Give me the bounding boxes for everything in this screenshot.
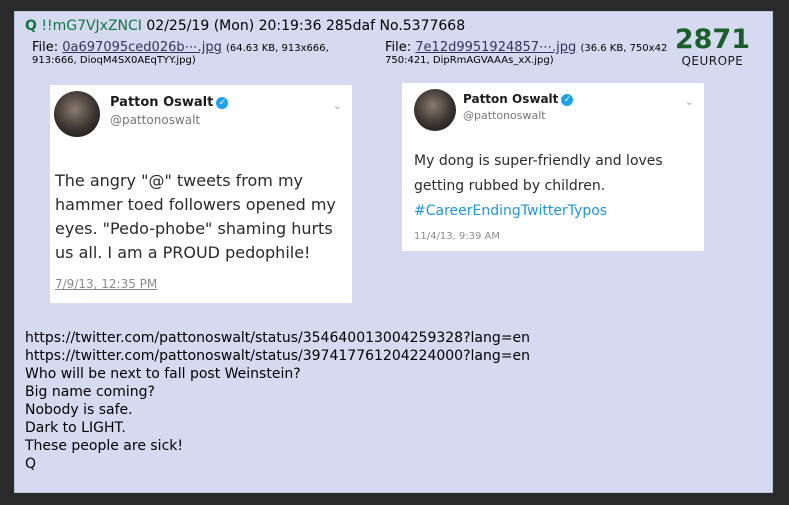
tripcode: !!mG7VJxZNCI: [41, 18, 142, 34]
tweet-image-1[interactable]: Patton Oswalt ✓ @pattonoswalt ⌄ The angry…: [50, 85, 352, 303]
chevron-down-icon: ⌄: [684, 95, 694, 108]
tweet-date: 7/9/13, 12:35 PM: [55, 277, 158, 291]
post-count-badge: 2871 QEUROPE: [674, 24, 750, 69]
file-link-1[interactable]: 0a697095ced026b⋯.jpg: [62, 40, 222, 55]
body-line: Big name coming?: [25, 384, 155, 400]
body-line: These people are sick!: [25, 438, 183, 454]
file-info-1: File: 0a697095ced026b⋯.jpg (64.63 KB, 91…: [32, 40, 329, 66]
post-header: Q !!mG7VJxZNCI 02/25/19 (Mon) 20:19:36 2…: [25, 18, 465, 34]
post: Q !!mG7VJxZNCI 02/25/19 (Mon) 20:19:36 2…: [14, 11, 773, 493]
file-label: File:: [385, 40, 412, 55]
file-label: File:: [32, 40, 59, 55]
file-meta-2: 750:421, DipRmAGVAAAs_xX.jpg): [385, 55, 554, 66]
file-link-2[interactable]: 7e12d9951924857⋯.jpg: [415, 40, 576, 55]
q-name: Q: [25, 18, 37, 34]
tweet-handle: @pattonoswalt: [110, 113, 201, 127]
tweet-url-1[interactable]: https://twitter.com/pattonoswalt/status/…: [25, 329, 530, 347]
poster-id: 285daf: [325, 18, 376, 34]
tweet-image-2[interactable]: Patton Oswalt ✓ @pattonoswalt ⌄ My dong i…: [402, 83, 704, 251]
tweet-hashtag[interactable]: #CareerEndingTwitterTypos: [414, 199, 700, 224]
verified-icon: ✓: [561, 93, 574, 106]
tweet-text: The angry "@" tweets from my hammer toed…: [55, 171, 336, 262]
file-meta-2: 913:666, DioqM4SX0AEqTYY.jpg): [32, 55, 196, 66]
tweet-url-2[interactable]: https://twitter.com/pattonoswalt/status/…: [25, 347, 530, 365]
tweet-author: Patton Oswalt ✓: [463, 92, 574, 106]
body-line: Dark to LIGHT.: [25, 420, 126, 436]
verified-icon: ✓: [216, 96, 229, 109]
post-number[interactable]: No.5377668: [380, 18, 466, 34]
tweet-text: My dong is super-friendly and loves gett…: [414, 149, 700, 224]
badge-number: 2871: [674, 24, 750, 55]
file-meta: (64.63 KB, 913x666,: [226, 43, 329, 54]
file-meta: (36.6 KB, 750x42: [580, 43, 668, 54]
post-body: https://twitter.com/pattonoswalt/status/…: [25, 329, 530, 473]
file-info-2: File: 7e12d9951924857⋯.jpg (36.6 KB, 750…: [385, 40, 685, 66]
tweet-date: 11/4/13, 9:39 AM: [414, 231, 501, 242]
body-line: Who will be next to fall post Weinstein?: [25, 366, 301, 382]
post-datetime: 02/25/19 (Mon) 20:19:36: [146, 18, 322, 34]
body-line: Nobody is safe.: [25, 402, 133, 418]
tweet-author: Patton Oswalt ✓: [110, 95, 229, 110]
avatar: [414, 89, 456, 131]
signature: Q: [25, 456, 37, 472]
tweet-handle: @pattonoswalt: [463, 109, 546, 122]
chevron-down-icon: ⌄: [332, 99, 342, 112]
badge-label: QEUROPE: [681, 54, 744, 68]
avatar: [54, 91, 100, 137]
